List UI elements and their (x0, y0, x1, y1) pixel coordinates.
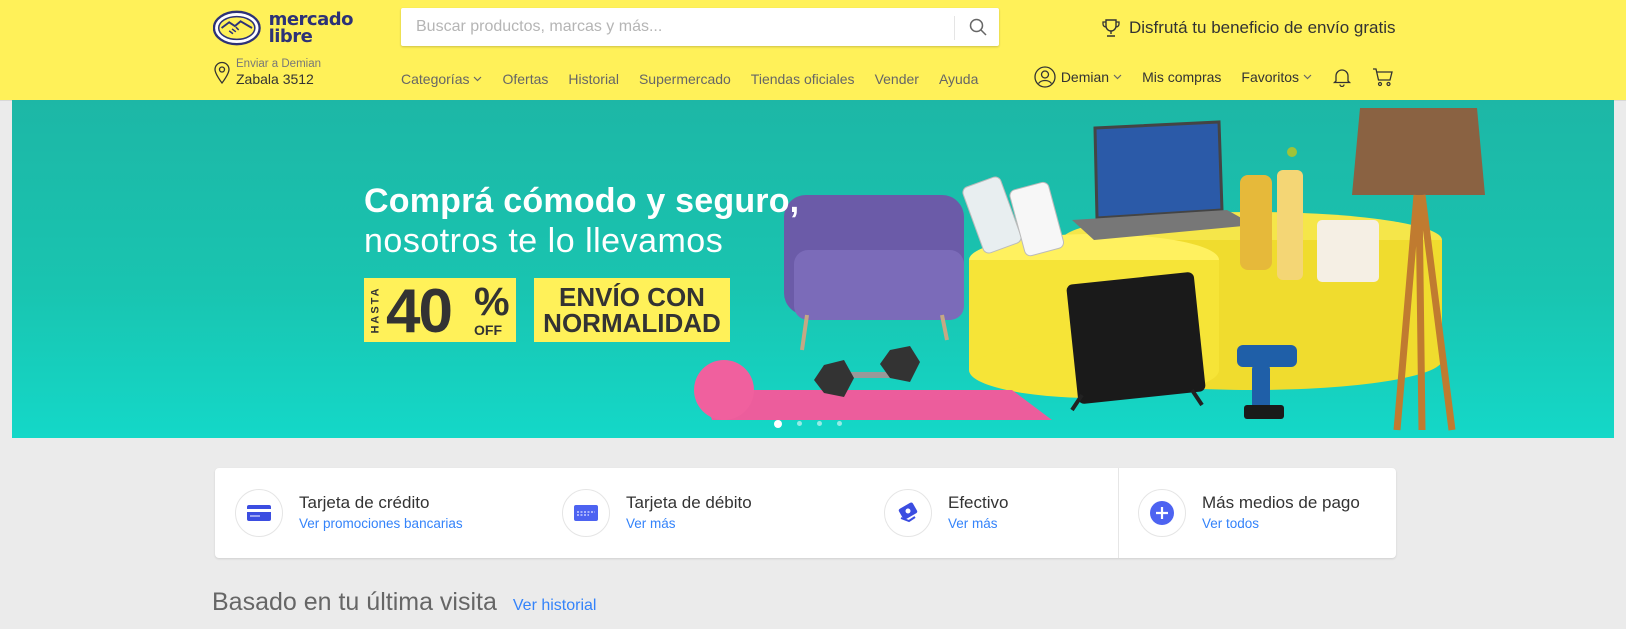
carousel-dot[interactable] (817, 421, 822, 426)
nav-item-categorias[interactable]: Categorías (401, 71, 482, 87)
shipping-location[interactable]: Enviar a Demian Zabala 3512 (213, 58, 321, 87)
cart-icon (1373, 68, 1393, 87)
discount-percent: % (474, 280, 510, 324)
main-nav: Categorías Ofertas Historial Supermercad… (401, 71, 998, 87)
shipping-line2: NORMALIDAD (543, 308, 721, 338)
favorites-menu[interactable]: Favoritos (1241, 69, 1312, 85)
hero-banner[interactable]: Comprá cómodo y seguro, nosotros te lo l… (12, 100, 1614, 438)
search-bar (401, 8, 999, 46)
bell-icon (1332, 69, 1352, 87)
payment-title: Efectivo (948, 493, 1009, 512)
user-menu[interactable]: Demian (1034, 66, 1122, 88)
recent-visit-section-header: Basado en tu última visita Ver historial (212, 588, 596, 617)
free-shipping-promo[interactable]: Disfrutá tu beneficio de envío gratis (1100, 16, 1395, 40)
discount-value: 40 (386, 277, 453, 346)
payment-title: Tarjeta de débito (626, 493, 752, 512)
search-icon (969, 18, 987, 36)
user-icon (1034, 66, 1056, 88)
user-nav: Demian Mis compras Favoritos (1034, 66, 1394, 88)
payment-cash[interactable]: Efectivo Ver más (884, 468, 1008, 558)
shipping-line1: ENVÍO CON (559, 282, 705, 312)
favorites-label: Favoritos (1241, 69, 1299, 85)
nav-item-supermercado[interactable]: Supermercado (639, 71, 731, 87)
search-divider (954, 16, 955, 40)
header: mercado libre Disfrutá tu beneficio de e… (0, 0, 1626, 100)
discount-badge: HASTA 40 % OFF (364, 277, 516, 346)
cash-icon (884, 489, 932, 537)
debit-card-icon (562, 489, 610, 537)
nav-item-label: Categorías (401, 71, 470, 87)
credit-card-icon (235, 489, 283, 537)
nav-item-tiendas-oficiales[interactable]: Tiendas oficiales (751, 71, 855, 87)
view-history-link[interactable]: Ver historial (513, 597, 597, 615)
handshake-logo-icon (213, 10, 261, 46)
chevron-down-icon (474, 76, 482, 82)
carousel-dot[interactable] (837, 421, 842, 426)
location-label: Enviar a Demian (236, 58, 322, 70)
payment-link[interactable]: Ver más (626, 515, 752, 533)
shipping-badge: ENVÍO CON NORMALIDAD (534, 278, 730, 342)
payment-title: Más medios de pago (1202, 493, 1360, 512)
payment-link[interactable]: Ver todos (1202, 515, 1360, 533)
discount-prefix: HASTA (369, 286, 382, 334)
payment-link[interactable]: Ver más (948, 515, 1008, 533)
payment-credit-card[interactable]: Tarjeta de crédito Ver promociones banca… (235, 468, 463, 558)
nav-item-vender[interactable]: Vender (875, 71, 919, 87)
nav-item-historial[interactable]: Historial (568, 71, 619, 87)
payment-link[interactable]: Ver promociones bancarias (299, 515, 463, 533)
payment-divider (1118, 468, 1119, 558)
carousel-dots (774, 419, 857, 428)
user-name: Demian (1060, 69, 1110, 85)
payment-methods: Tarjeta de crédito Ver promociones banca… (215, 468, 1396, 558)
nav-item-ofertas[interactable]: Ofertas (502, 71, 548, 87)
banner-product-collage (694, 108, 1485, 431)
my-purchases-link[interactable]: Mis compras (1142, 69, 1221, 85)
banner-title-line2: nosotros te lo llevamos (364, 222, 724, 260)
location-address: Zabala 3512 (236, 71, 314, 87)
nav-item-ayuda[interactable]: Ayuda (939, 71, 978, 87)
payment-more-methods[interactable]: Más medios de pago Ver todos (1138, 468, 1360, 558)
chevron-down-icon (1113, 74, 1122, 80)
promo-text: Disfrutá tu beneficio de envío gratis (1129, 18, 1396, 37)
carousel-dot[interactable] (797, 421, 802, 426)
location-pin-icon (214, 61, 230, 85)
banner-title-line1: Comprá cómodo y seguro, (364, 182, 800, 220)
plus-icon (1138, 489, 1186, 537)
section-title: Basado en tu última visita (212, 588, 497, 616)
cart-button[interactable] (1372, 67, 1394, 87)
carousel-dot[interactable] (774, 419, 782, 428)
mercadolibre-logo[interactable]: mercado libre (213, 8, 354, 48)
search-input[interactable] (401, 8, 956, 46)
trophy-icon (1102, 19, 1120, 37)
notifications-button[interactable] (1332, 67, 1352, 87)
search-button[interactable] (956, 8, 999, 46)
payment-debit-card[interactable]: Tarjeta de débito Ver más (562, 468, 752, 558)
logo-text-line2: libre (268, 26, 313, 47)
chevron-down-icon (1303, 74, 1312, 80)
payment-title: Tarjeta de crédito (299, 493, 430, 512)
discount-suffix: OFF (474, 322, 502, 338)
